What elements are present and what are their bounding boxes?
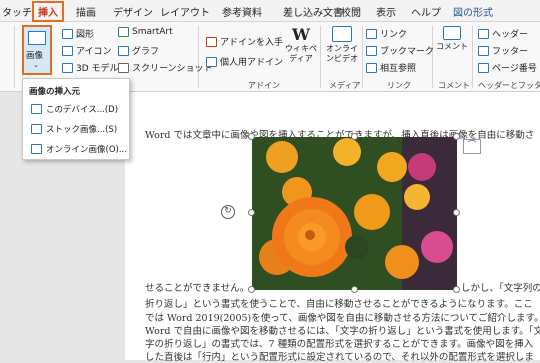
- insert-image-label: 画像: [26, 51, 44, 61]
- header-icon: [478, 28, 489, 39]
- group-label-addins: アドイン: [248, 81, 280, 90]
- menu-item-stock-images[interactable]: ストック画像...(S): [31, 123, 117, 135]
- comment-button[interactable]: コメント: [436, 26, 468, 52]
- smartart-button[interactable]: SmartArt: [118, 27, 173, 37]
- chevron-down-icon: ⌄: [33, 61, 39, 69]
- online-images-icon: [31, 144, 42, 154]
- page-number-button[interactable]: ページ番号: [478, 61, 537, 74]
- group-label-header-footer: ヘッダーとフッター: [478, 81, 540, 90]
- icons-button[interactable]: アイコン: [62, 44, 112, 57]
- dropdown-title: 画像の挿入元: [29, 87, 81, 97]
- paragraph-line: した直後は「行内」という配置形式に設定されているので、それ以外の配置形式を選択し…: [145, 352, 534, 363]
- resize-handle[interactable]: [248, 133, 255, 140]
- group-label-links: リンク: [387, 81, 411, 90]
- link-icon: [366, 28, 377, 39]
- group-label-comments: コメント: [438, 81, 470, 90]
- link-button[interactable]: リンク: [366, 27, 407, 40]
- smartart-icon: [118, 27, 129, 37]
- tab-layout[interactable]: レイアウト: [160, 4, 210, 19]
- menu-item-online-images[interactable]: オンライン画像(O)...: [31, 143, 127, 155]
- layout-options-icon[interactable]: ⌒: [463, 139, 481, 154]
- page-number-icon: [478, 62, 489, 73]
- footer-button[interactable]: フッター: [478, 44, 528, 57]
- menu-item-this-device[interactable]: このデバイス...(D): [31, 103, 118, 115]
- ribbon-separator: [362, 26, 363, 88]
- screenshot-icon: [118, 62, 129, 73]
- stock-images-icon: [31, 124, 42, 134]
- wikipedia-button[interactable]: W ウィキペディア: [285, 26, 317, 64]
- comment-icon: [443, 26, 461, 40]
- addins-icon: [206, 56, 217, 67]
- tab-touch[interactable]: タッチ: [2, 4, 32, 19]
- get-addins-button[interactable]: アドインを入手: [206, 35, 283, 48]
- paragraph-line: では Word 2019(2005)を使って、画像や図を自由に移動させる方法につ…: [145, 313, 540, 324]
- ribbon-separator: [320, 26, 321, 88]
- resize-handle[interactable]: [453, 133, 460, 140]
- resize-handle[interactable]: [351, 286, 358, 293]
- resize-handle[interactable]: [453, 286, 460, 293]
- video-icon: [332, 26, 352, 42]
- tab-review[interactable]: 校閲: [341, 4, 361, 19]
- ribbon-separator: [432, 26, 433, 88]
- ribbon-separator: [472, 26, 473, 88]
- ribbon-separator: [14, 26, 15, 88]
- chart-button[interactable]: グラフ: [118, 44, 159, 57]
- crossref-button[interactable]: 相互参照: [366, 61, 416, 74]
- icons-icon: [62, 45, 73, 56]
- resize-handle[interactable]: [248, 209, 255, 216]
- resize-handle[interactable]: [248, 286, 255, 293]
- 3d-model-button[interactable]: 3D モデル: [62, 61, 119, 74]
- group-label-media: メディア: [329, 81, 361, 90]
- tab-references[interactable]: 参考資料: [222, 4, 262, 19]
- shapes-button[interactable]: 図形: [62, 27, 94, 40]
- bookmark-icon: [366, 45, 377, 56]
- marigold-photo[interactable]: [252, 137, 457, 290]
- crossref-icon: [366, 62, 377, 73]
- paragraph-line: 折り返し」という書式を使うことで、自由に移動させることができるようになります。こ…: [145, 299, 533, 310]
- store-icon: [206, 36, 217, 47]
- resize-handle[interactable]: [351, 133, 358, 140]
- 3d-model-icon: [62, 62, 73, 73]
- ribbon-separator: [198, 26, 199, 88]
- tab-draw[interactable]: 描画: [76, 4, 96, 19]
- shapes-icon: [62, 28, 73, 39]
- rotate-handle-icon[interactable]: ↻: [221, 205, 235, 219]
- screenshot-button[interactable]: スクリーンショット: [118, 61, 213, 74]
- bookmark-button[interactable]: ブックマーク: [366, 44, 434, 57]
- chart-icon: [118, 45, 129, 56]
- tab-mailings[interactable]: 差し込み文書: [283, 4, 343, 19]
- marigold-image: [252, 137, 457, 290]
- insert-image-button[interactable]: 画像 ⌄: [22, 25, 52, 75]
- footer-icon: [478, 45, 489, 56]
- paragraph-line: しかし、「文字列の: [461, 283, 540, 294]
- paragraph-line: Word で自由に画像や図を移動させるには、「文字の折り返し」という書式を使用し…: [145, 326, 540, 337]
- ribbon-tabs: タッチ 挿入 描画 デザイン レイアウト 参考資料 差し込み文書 校閲 表示 ヘ…: [0, 0, 540, 22]
- tab-view[interactable]: 表示: [376, 4, 396, 19]
- header-button[interactable]: ヘッダー: [478, 27, 528, 40]
- paragraph-line: せることができません。: [145, 283, 250, 294]
- paragraph-line: 字の折り返し」の書式では、7 種類の配置形式を選択することができます。画像や図を…: [145, 339, 534, 350]
- wikipedia-icon: W: [292, 25, 310, 44]
- insert-image-dropdown: 画像の挿入元 このデバイス...(D) ストック画像...(S) オンライン画像…: [22, 78, 130, 160]
- picture-icon: [28, 31, 46, 45]
- tab-design[interactable]: デザイン: [113, 4, 153, 19]
- device-icon: [31, 104, 42, 114]
- online-video-button[interactable]: オンラインビデオ: [323, 26, 361, 64]
- my-addins-button[interactable]: 個人用アドイン: [206, 55, 283, 68]
- resize-handle[interactable]: [453, 209, 460, 216]
- tab-picture-format[interactable]: 図の形式: [453, 4, 493, 19]
- tab-insert[interactable]: 挿入: [32, 1, 64, 22]
- tab-help[interactable]: ヘルプ: [411, 4, 441, 19]
